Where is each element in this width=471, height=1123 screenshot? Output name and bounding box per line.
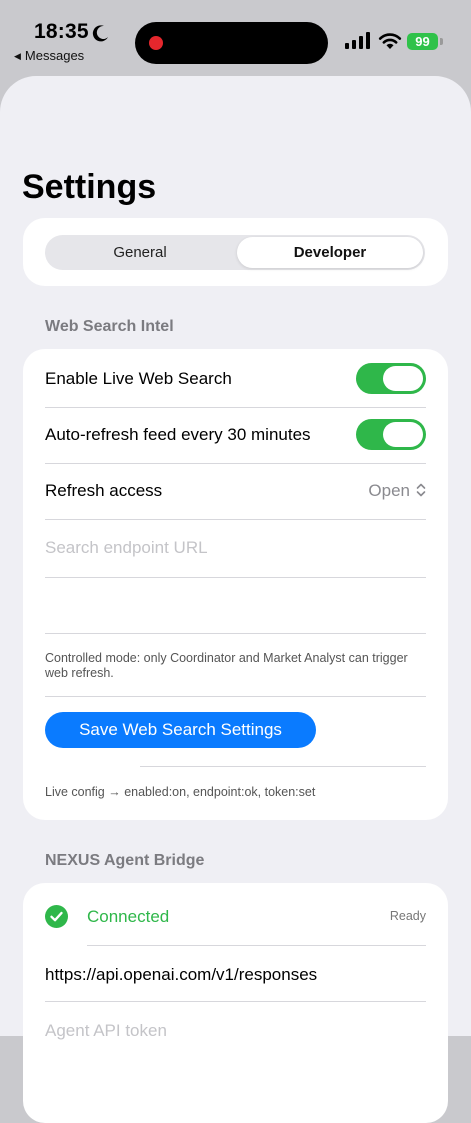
recording-dot-icon [149, 36, 163, 50]
auto-refresh-row: Auto-refresh feed every 30 minutes [45, 419, 426, 450]
battery-tip [440, 38, 443, 45]
enable-web-search-row: Enable Live Web Search [45, 363, 426, 394]
enable-web-search-label: Enable Live Web Search [45, 369, 232, 388]
nexus-card: Connected Ready https://api.openai.com/v… [23, 883, 448, 1123]
dynamic-island [135, 22, 328, 64]
save-web-search-button[interactable]: Save Web Search Settings [45, 712, 316, 748]
tabs-card: General Developer [23, 218, 448, 286]
status-time: 18:35 [34, 20, 89, 43]
refresh-access-picker[interactable]: Open [368, 481, 426, 501]
checkmark-circle-icon [45, 905, 68, 928]
toggle-knob [383, 422, 423, 447]
divider [45, 407, 426, 408]
status-bar: 18:35 ◀ Messages 99 [0, 0, 471, 74]
status-badge: Ready [389, 909, 426, 923]
connection-status: Connected [87, 907, 170, 926]
page-title: Settings [22, 168, 157, 206]
token-input-field[interactable] [45, 589, 426, 629]
battery-level: 99 [407, 33, 438, 50]
enable-web-search-toggle[interactable] [356, 363, 426, 394]
back-to-app-link[interactable]: ◀ Messages [14, 48, 84, 63]
back-app-label: Messages [24, 48, 85, 63]
divider [140, 766, 426, 767]
auto-refresh-label: Auto-refresh feed every 30 minutes [45, 425, 311, 444]
cellular-signal-icon [345, 32, 370, 49]
live-config-status: Live config → enabled:on, endpoint:ok, t… [45, 785, 316, 799]
divider [87, 945, 426, 946]
divider [45, 1001, 426, 1002]
segmented-control: General Developer [45, 235, 425, 270]
divider [45, 463, 426, 464]
tab-developer[interactable]: Developer [237, 237, 423, 268]
agent-token-input[interactable]: Agent API token [45, 1021, 167, 1041]
refresh-access-value: Open [368, 481, 410, 500]
divider [45, 519, 426, 520]
controlled-mode-note: Controlled mode: only Coordinator and Ma… [45, 651, 408, 680]
tab-general[interactable]: General [47, 237, 233, 268]
toggle-knob [383, 366, 423, 391]
web-search-section-title: Web Search Intel [45, 318, 174, 335]
checkmark-icon [50, 911, 63, 922]
wifi-icon [378, 33, 402, 49]
nexus-section-title: NEXUS Agent Bridge [45, 852, 205, 869]
moon-icon [92, 25, 108, 42]
battery-indicator: 99 [407, 33, 443, 50]
settings-sheet: Settings General Developer Web Search In… [0, 76, 471, 1123]
refresh-access-row: Refresh access Open [45, 475, 426, 506]
back-triangle-icon: ◀ [14, 51, 21, 61]
divider [45, 577, 426, 578]
web-search-card: Enable Live Web Search Auto-refresh feed… [23, 349, 448, 820]
divider [45, 633, 426, 634]
divider [45, 696, 426, 697]
chevron-up-down-icon [416, 483, 426, 497]
agent-endpoint-input[interactable]: https://api.openai.com/v1/responses [45, 965, 317, 985]
auto-refresh-toggle[interactable] [356, 419, 426, 450]
search-endpoint-input[interactable]: Search endpoint URL [45, 538, 208, 558]
refresh-access-label: Refresh access [45, 481, 163, 500]
